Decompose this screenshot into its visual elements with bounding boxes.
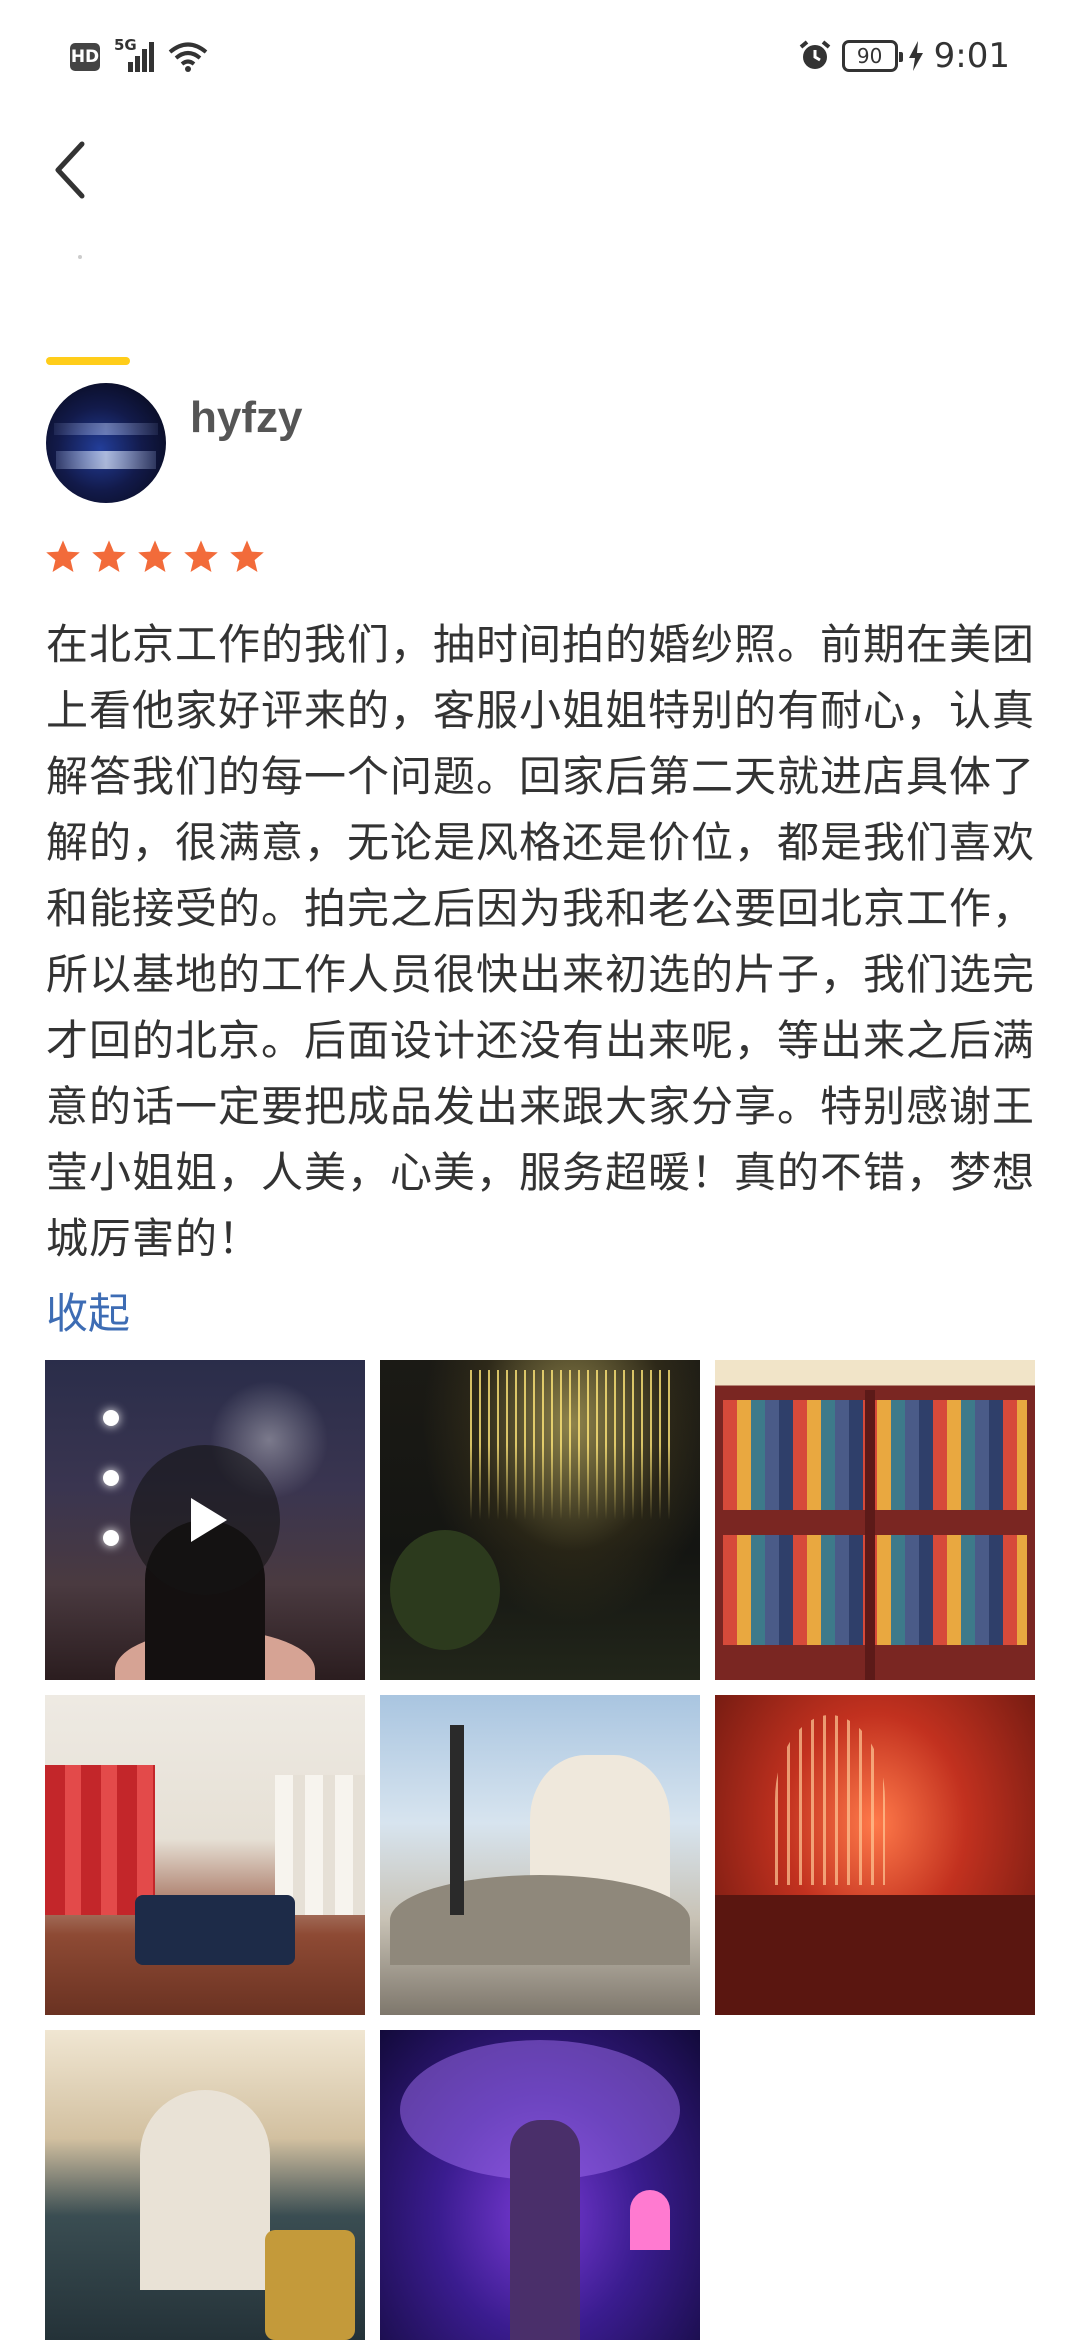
review-video-thumbnail[interactable] [45, 1360, 365, 1680]
star-icon [138, 540, 172, 573]
review-photo[interactable] [715, 1360, 1035, 1680]
review-photo[interactable] [380, 1695, 700, 2015]
battery-indicator: 90 [841, 40, 903, 72]
wifi-icon [168, 42, 208, 72]
review-text: 在北京工作的我们，抽时间拍的婚纱照。前期在美团上看他家好评来的，客服小姐姐特别的… [46, 620, 1036, 1263]
star-icon [92, 540, 126, 573]
collapse-button[interactable]: 收起 [46, 1280, 130, 1341]
clock: 9:01 [933, 36, 1010, 76]
review-photo[interactable] [380, 1360, 700, 1680]
rating-stars [44, 538, 266, 576]
charging-icon [908, 41, 923, 71]
status-bar: HD 5G 90 9:01 [0, 0, 1080, 120]
review-photo[interactable] [45, 2030, 365, 2340]
section-accent-bar [46, 357, 130, 365]
play-button[interactable] [130, 1445, 280, 1595]
star-icon [184, 540, 218, 573]
star-icon [46, 540, 80, 573]
status-left: HD 5G [70, 36, 208, 74]
back-button[interactable] [40, 135, 100, 205]
username[interactable]: hyfzy [190, 393, 302, 443]
play-icon [191, 1498, 227, 1542]
chevron-left-icon [55, 141, 85, 199]
alarm-icon [799, 40, 830, 69]
divider-mark [78, 255, 82, 259]
signal-icon: 5G [114, 36, 154, 74]
review-photo[interactable] [715, 1695, 1035, 2015]
status-right: 90 9:01 [798, 36, 1010, 76]
avatar[interactable] [46, 383, 166, 503]
star-icon [230, 540, 264, 573]
hd-badge: HD [70, 43, 100, 71]
review-photo[interactable] [45, 1695, 365, 2015]
review-photo[interactable] [380, 2030, 700, 2340]
